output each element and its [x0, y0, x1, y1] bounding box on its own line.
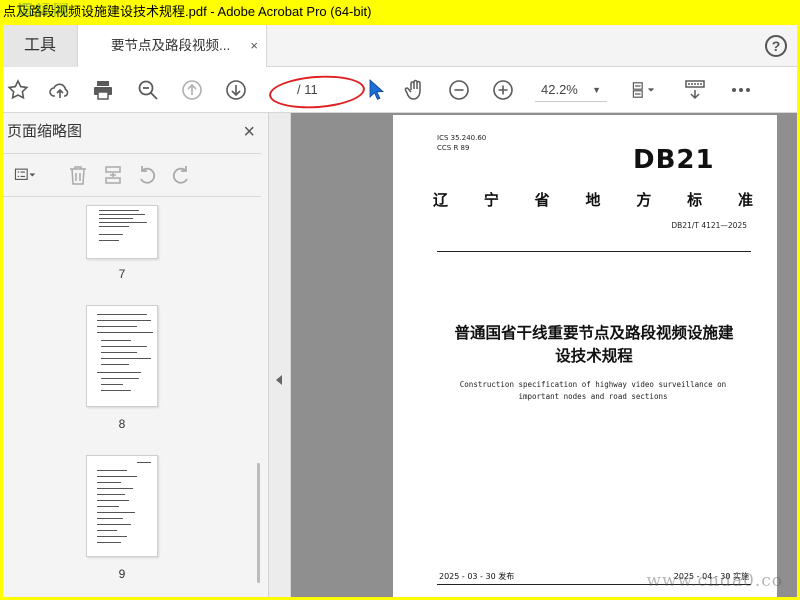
scan-icon[interactable] — [682, 77, 708, 103]
rotate-left-icon[interactable] — [134, 162, 160, 188]
zoom-level-select[interactable]: 42.2% ▼ — [535, 78, 607, 102]
options-menu-icon[interactable] — [7, 162, 43, 188]
title-bar: 点及路段视频设施建设技术规程.pdf - Adobe Acrobat Pro (… — [3, 3, 797, 25]
zoom-out-icon[interactable] — [446, 77, 472, 103]
ccs-line: CCS R 89 — [437, 144, 470, 152]
cloud-upload-icon[interactable] — [47, 77, 73, 103]
page-up-icon[interactable] — [179, 77, 205, 103]
thumbnail-page[interactable] — [86, 205, 158, 259]
rotate-right-icon[interactable] — [168, 162, 194, 188]
pdf-page: ICS 35.240.60 CCS R 89 DB21 辽 宁 省 地 方 标 … — [393, 115, 777, 597]
thumbnail-label: 8 — [118, 417, 126, 431]
thumbnail-page[interactable] — [86, 305, 158, 407]
thumbnail-scrollbar[interactable] — [257, 463, 260, 583]
standard-char: 方 — [636, 191, 652, 209]
insert-pages-icon[interactable] — [100, 162, 126, 188]
tab-tools[interactable]: 工具 — [3, 25, 77, 67]
pane-header: 页面缩略图 × — [3, 113, 269, 151]
main-toolbar: / 11 42.2% ▼ — [3, 67, 797, 113]
ics-code: ICS 35.240.60 CCS R 89 — [437, 133, 486, 153]
standard-char: 辽 — [433, 191, 449, 209]
tab-document[interactable]: 要节点及路段视频... × — [77, 25, 267, 68]
standard-char: 地 — [585, 191, 601, 209]
document-title: 普通国省干线重要节点及路段视频设施建 设技术规程 — [429, 322, 759, 368]
acrobat-window: 点及路段视频设施建设技术规程.pdf - Adobe Acrobat Pro (… — [3, 3, 797, 597]
title-line: 设技术规程 — [555, 347, 633, 365]
close-tab-icon[interactable]: × — [250, 25, 258, 67]
thumbnail-label: 9 — [118, 567, 126, 581]
thumbnail-label: 7 — [118, 267, 126, 281]
english-title-line: Construction specification of highway vi… — [459, 380, 727, 389]
mouse-cursor-icon — [369, 79, 384, 100]
tab-bar: 工具 要节点及路段视频... × ? — [3, 25, 797, 68]
standard-number: DB21/T 4121—2025 — [671, 221, 747, 230]
star-icon[interactable] — [5, 77, 31, 103]
issue-date: 2025 - 03 - 30 发布 — [439, 572, 515, 581]
chevron-down-icon: ▼ — [592, 85, 601, 95]
pane-collapse-strip[interactable] — [269, 113, 291, 597]
help-icon[interactable]: ? — [765, 35, 787, 57]
standard-char: 准 — [737, 191, 753, 209]
hand-icon[interactable] — [402, 77, 428, 103]
thumbnail-page[interactable] — [86, 455, 158, 557]
english-title-line: important nodes and road sections — [518, 392, 668, 401]
standard-type-heading: 辽 宁 省 地 方 标 准 — [433, 189, 753, 210]
thumbnail-pane: 页面缩略图 × 7 8 9 — [3, 113, 269, 597]
page-down-icon[interactable] — [223, 77, 249, 103]
page-total: / 11 — [297, 82, 318, 97]
pane-toolbar — [3, 153, 261, 197]
zoom-in-icon[interactable] — [490, 77, 516, 103]
standard-char: 标 — [687, 191, 703, 209]
standard-char: 宁 — [483, 191, 499, 209]
close-pane-icon[interactable]: × — [243, 113, 255, 151]
trash-icon[interactable] — [65, 162, 91, 188]
divider — [437, 251, 751, 252]
english-title: Construction specification of highway vi… — [433, 379, 753, 403]
page-number-field[interactable]: / 11 — [267, 78, 342, 102]
pane-title: 页面缩略图 — [7, 123, 83, 140]
title-line: 普通国省干线重要节点及路段视频设施建 — [454, 324, 734, 342]
standard-char: 省 — [534, 191, 550, 209]
document-viewer[interactable]: ICS 35.240.60 CCS R 89 DB21 辽 宁 省 地 方 标 … — [291, 113, 797, 597]
watermark-logo: 道标网 — [17, 3, 72, 19]
page-display-icon[interactable] — [625, 77, 661, 103]
db-logo: DB21 — [633, 145, 715, 175]
zoom-level-value: 42.2% — [541, 82, 578, 97]
footer-watermark: www.cnda0.co — [646, 571, 783, 591]
collapse-arrow-icon[interactable] — [276, 375, 282, 385]
ics-line: ICS 35.240.60 — [437, 134, 487, 142]
tab-document-label: 要节点及路段视频... — [111, 38, 231, 53]
print-icon[interactable] — [90, 77, 116, 103]
zoom-search-icon[interactable] — [135, 77, 161, 103]
thumbnail-list: 7 8 9 — [3, 199, 253, 597]
more-icon[interactable] — [728, 77, 754, 103]
